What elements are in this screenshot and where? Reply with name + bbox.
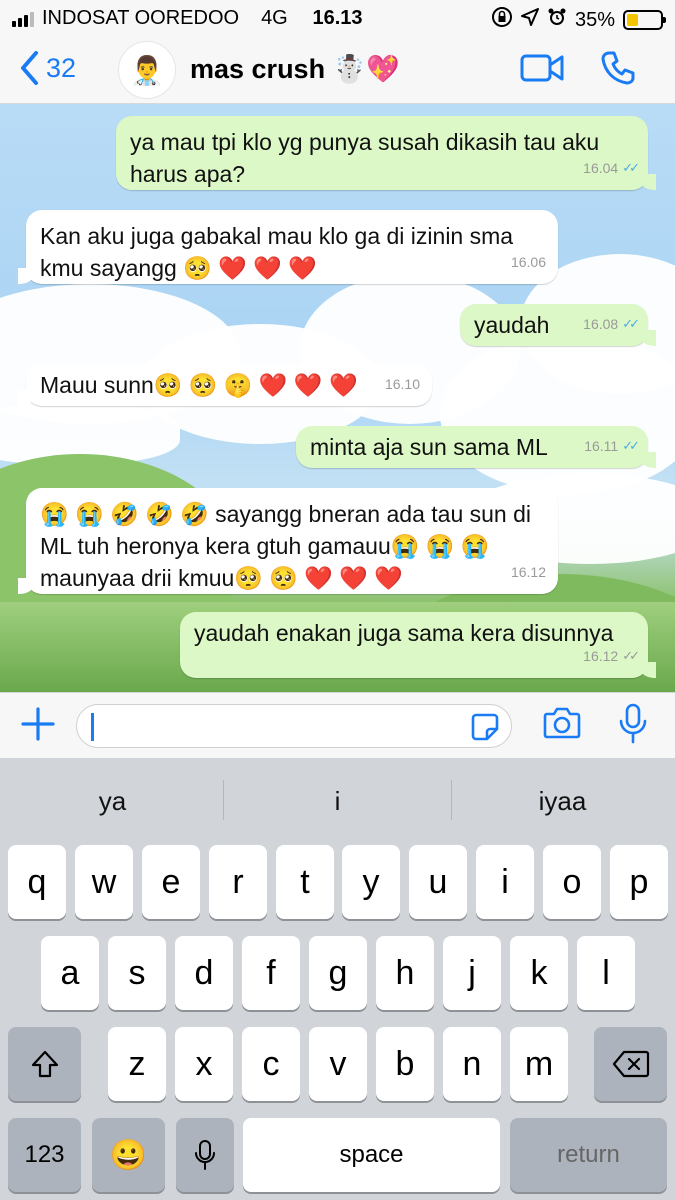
message-text: ya mau tpi klo yg punya susah dikasih ta… <box>130 129 600 187</box>
read-receipt-icon: ✓✓ <box>622 160 640 175</box>
key-a[interactable]: a <box>41 936 99 1010</box>
read-receipt-icon: ✓✓ <box>622 438 640 453</box>
message-meta: 16.10 <box>385 368 420 400</box>
keyboard: ya i iyaa q w e r t y u i o p a s d f g … <box>0 758 675 1200</box>
status-bar: INDOSAT OOREDOO 4G 16.13 35% <box>0 0 675 36</box>
emoji-key[interactable]: 😀 <box>92 1118 165 1192</box>
avatar[interactable]: 👨‍⚕️ <box>118 41 176 99</box>
suggestion-1[interactable]: ya <box>0 786 225 817</box>
message-meta: 16.08 ✓✓ <box>583 308 640 340</box>
message-text: yaudah enakan juga sama kera disunnya <box>194 620 614 646</box>
chat-header: 32 👨‍⚕️ mas crush ☃️💖 <box>0 36 675 104</box>
delivered-receipt-icon: ✓✓ <box>622 648 640 663</box>
key-s[interactable]: s <box>108 936 166 1010</box>
key-l[interactable]: l <box>577 936 635 1010</box>
orientation-lock-icon <box>491 6 513 34</box>
key-h[interactable]: h <box>376 936 434 1010</box>
sticker-icon[interactable] <box>471 713 499 746</box>
camera-icon[interactable] <box>543 706 581 745</box>
key-e[interactable]: e <box>142 845 200 919</box>
status-right-group: 35% <box>491 6 666 34</box>
suggestion-2[interactable]: i <box>225 786 450 817</box>
key-k[interactable]: k <box>510 936 568 1010</box>
message-bubble-outgoing[interactable]: ya mau tpi klo yg punya susah dikasih ta… <box>116 116 656 190</box>
message-text: Mauu sunn🥺 🥺 🤫 ❤️ ❤️ ❤️ <box>40 372 358 398</box>
message-bubble-incoming[interactable]: 😭 😭 🤣 🤣 🤣 sayangg bneran ada tau sun di … <box>18 488 558 594</box>
key-p[interactable]: p <box>610 845 668 919</box>
phone-call-icon[interactable] <box>600 50 636 86</box>
key-t[interactable]: t <box>276 845 334 919</box>
return-key[interactable]: return <box>510 1118 667 1192</box>
suggestion-bar: ya i iyaa <box>0 758 675 846</box>
message-meta: 16.11 ✓✓ <box>584 430 640 462</box>
message-bubble-outgoing[interactable]: minta aja sun sama ML 16.11 ✓✓ <box>296 426 656 468</box>
message-time: 16.12 <box>583 648 619 664</box>
key-m[interactable]: m <box>510 1027 568 1101</box>
unread-chats-count: 32 <box>46 52 77 83</box>
chat-messages-area[interactable]: ya mau tpi klo yg punya susah dikasih ta… <box>0 104 675 692</box>
message-time: 16.10 <box>384 376 420 392</box>
key-c[interactable]: c <box>242 1027 300 1101</box>
key-i[interactable]: i <box>476 845 534 919</box>
key-o[interactable]: o <box>543 845 601 919</box>
message-text: Kan aku juga gabakal mau klo ga di izini… <box>40 223 514 281</box>
message-meta: 16.12 ✓✓ <box>583 640 640 672</box>
battery-level-fill <box>627 14 639 26</box>
message-time: 16.08 <box>583 316 619 332</box>
message-time: 16.04 <box>583 160 619 176</box>
message-time: 16.12 <box>510 564 546 580</box>
key-x[interactable]: x <box>175 1027 233 1101</box>
message-time: 16.11 <box>584 438 619 454</box>
text-cursor <box>91 713 94 741</box>
numbers-key[interactable]: 123 <box>8 1118 81 1192</box>
message-text: 😭 😭 🤣 🤣 🤣 sayangg bneran ada tau sun di … <box>40 501 531 591</box>
key-w[interactable]: w <box>75 845 133 919</box>
message-input[interactable] <box>76 704 512 748</box>
read-receipt-icon: ✓✓ <box>622 316 640 331</box>
key-g[interactable]: g <box>309 936 367 1010</box>
chevron-left-icon <box>21 51 38 85</box>
location-icon <box>520 8 539 32</box>
suggestion-3[interactable]: iyaa <box>450 786 675 817</box>
back-button[interactable]: 32 <box>18 50 76 86</box>
backspace-icon <box>612 1050 649 1078</box>
plus-icon[interactable] <box>20 706 56 747</box>
key-j[interactable]: j <box>443 936 501 1010</box>
key-b[interactable]: b <box>376 1027 434 1101</box>
key-f[interactable]: f <box>242 936 300 1010</box>
message-bubble-incoming[interactable]: Kan aku juga gabakal mau klo ga di izini… <box>18 210 558 284</box>
message-time: 16.06 <box>510 254 546 270</box>
microphone-icon[interactable] <box>618 703 648 750</box>
key-d[interactable]: d <box>175 936 233 1010</box>
suggestion-divider <box>223 780 224 820</box>
shift-icon <box>31 1050 58 1078</box>
key-z[interactable]: z <box>108 1027 166 1101</box>
key-n[interactable]: n <box>443 1027 501 1101</box>
key-r[interactable]: r <box>209 845 267 919</box>
message-bubble-outgoing[interactable]: yaudah 16.08 ✓✓ <box>460 304 656 346</box>
space-key[interactable]: space <box>243 1118 500 1192</box>
backspace-key[interactable] <box>594 1027 667 1101</box>
message-meta: 16.12 <box>511 556 546 588</box>
message-bubble-incoming[interactable]: Mauu sunn🥺 🥺 🤫 ❤️ ❤️ ❤️ 16.10 <box>18 364 432 406</box>
message-input-bar <box>0 692 675 758</box>
battery-icon <box>623 10 666 30</box>
key-y[interactable]: y <box>342 845 400 919</box>
message-meta: 16.06 <box>511 246 546 278</box>
battery-percent: 35% <box>574 8 615 31</box>
key-q[interactable]: q <box>8 845 66 919</box>
message-meta: 16.04 ✓✓ <box>583 152 640 184</box>
dictation-key[interactable] <box>176 1118 234 1192</box>
alarm-icon <box>547 7 567 33</box>
key-v[interactable]: v <box>309 1027 367 1101</box>
shift-key[interactable] <box>8 1027 81 1101</box>
video-call-icon[interactable] <box>520 52 564 84</box>
microphone-icon <box>195 1140 215 1170</box>
key-u[interactable]: u <box>409 845 467 919</box>
message-bubble-outgoing[interactable]: yaudah enakan juga sama kera disunnya 16… <box>180 612 656 678</box>
contact-name[interactable]: mas crush ☃️💖 <box>190 53 400 85</box>
